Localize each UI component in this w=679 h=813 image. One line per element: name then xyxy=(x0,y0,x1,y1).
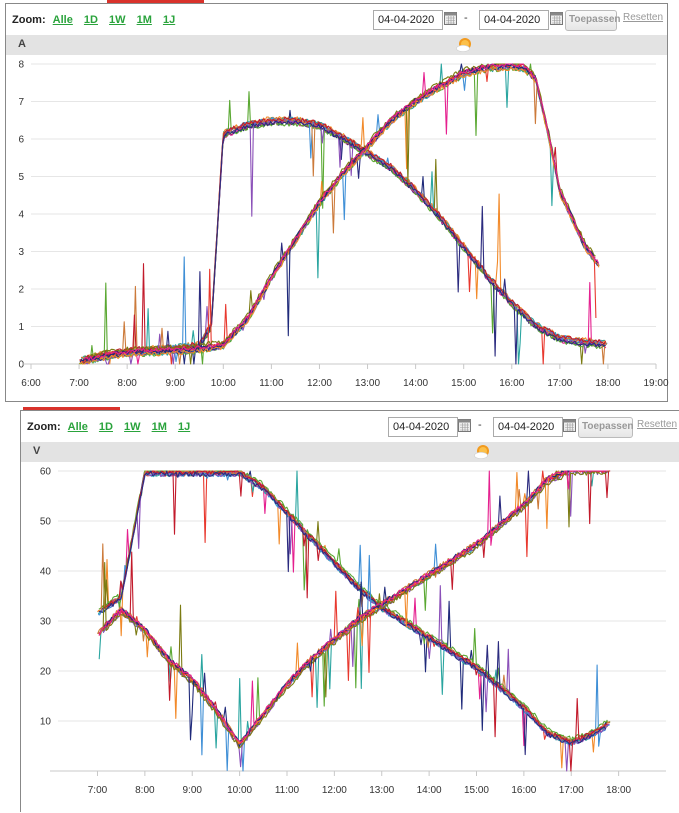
current-chart: 0 1 2 3 4 5 6 7 8 6:00 7:00 8:00 9:00 10:00 11:00 12:00… xyxy=(18,60,669,390)
y-tick-label: 6 xyxy=(18,135,24,146)
x-tick-label: 10:00 xyxy=(211,378,236,389)
y-tick-label: 8 xyxy=(18,60,24,71)
y-tick-label: 7 xyxy=(18,97,24,108)
series-line xyxy=(84,116,606,359)
x-tick-label: 13:00 xyxy=(355,378,380,389)
y-tick-label: 40 xyxy=(40,567,52,578)
x-tick-label: 6:00 xyxy=(21,378,41,389)
x-tick-label: 8:00 xyxy=(117,378,137,389)
y-tick-label: 5 xyxy=(18,172,24,183)
x-tick-label: 9:00 xyxy=(182,785,202,796)
series-line xyxy=(99,470,607,744)
series-line xyxy=(80,116,608,365)
series-line xyxy=(103,470,606,742)
series-line xyxy=(82,120,607,365)
series-line xyxy=(101,470,606,748)
x-tick-label: 13:00 xyxy=(369,785,394,796)
y-tick-label: 20 xyxy=(40,667,52,678)
x-tick-label: 15:00 xyxy=(451,378,476,389)
y-tick-label: 4 xyxy=(18,210,24,221)
x-tick-label: 14:00 xyxy=(417,785,442,796)
x-tick-label: 18:00 xyxy=(595,378,620,389)
series-line xyxy=(101,470,611,742)
series-line xyxy=(83,63,596,360)
series-line xyxy=(78,91,606,365)
series-line xyxy=(100,471,609,746)
series-line xyxy=(79,63,596,362)
y-tick-label: 2 xyxy=(18,285,24,296)
x-tick-label: 19:00 xyxy=(643,378,668,389)
series-line xyxy=(82,118,607,365)
x-tick-label: 12:00 xyxy=(307,378,332,389)
x-tick-label: 11:00 xyxy=(275,785,300,796)
series-line xyxy=(79,63,599,363)
x-tick-label: 8:00 xyxy=(135,785,155,796)
y-tick-label: 0 xyxy=(18,360,24,371)
series-line xyxy=(81,120,605,365)
series-line xyxy=(79,63,597,363)
voltage-chart-panel: Zoom: Alle 1D 1W 1M 1J 04-04-2020 - 04-0… xyxy=(20,410,679,812)
series-line xyxy=(102,470,609,749)
x-tick-label: 11:00 xyxy=(259,378,284,389)
y-tick-label: 30 xyxy=(40,617,52,628)
series-line xyxy=(81,109,605,365)
y-tick-label: 10 xyxy=(40,717,52,728)
current-chart-panel: Zoom: Alle 1D 1W 1M 1J 04-04-2020 - 04-0… xyxy=(5,3,669,402)
x-tick-label: 16:00 xyxy=(511,785,536,796)
x-tick-label: 9:00 xyxy=(165,378,185,389)
series-line xyxy=(102,470,609,768)
x-tick-label: 14:00 xyxy=(403,378,428,389)
y-tick-label: 50 xyxy=(40,517,52,528)
series-line xyxy=(83,118,605,365)
voltage-chart: 10 20 30 40 50 60 7:00 8:00 9:00 10:00 11:00 12:00 1… xyxy=(40,467,666,796)
series-line xyxy=(100,470,610,747)
series-line xyxy=(82,120,607,365)
x-tick-label: 7:00 xyxy=(69,378,89,389)
x-tick-label: 16:00 xyxy=(499,378,524,389)
y-tick-label: 3 xyxy=(18,247,24,258)
x-tick-label: 7:00 xyxy=(88,785,108,796)
y-tick-label: 60 xyxy=(40,467,52,478)
x-tick-label: 10:00 xyxy=(227,785,252,796)
y-tick-label: 1 xyxy=(18,322,24,333)
x-tick-label: 12:00 xyxy=(322,785,347,796)
x-tick-label: 17:00 xyxy=(547,378,572,389)
x-tick-label: 15:00 xyxy=(464,785,489,796)
x-tick-label: 18:00 xyxy=(606,785,631,796)
series-line xyxy=(100,470,611,744)
x-tick-label: 17:00 xyxy=(559,785,584,796)
